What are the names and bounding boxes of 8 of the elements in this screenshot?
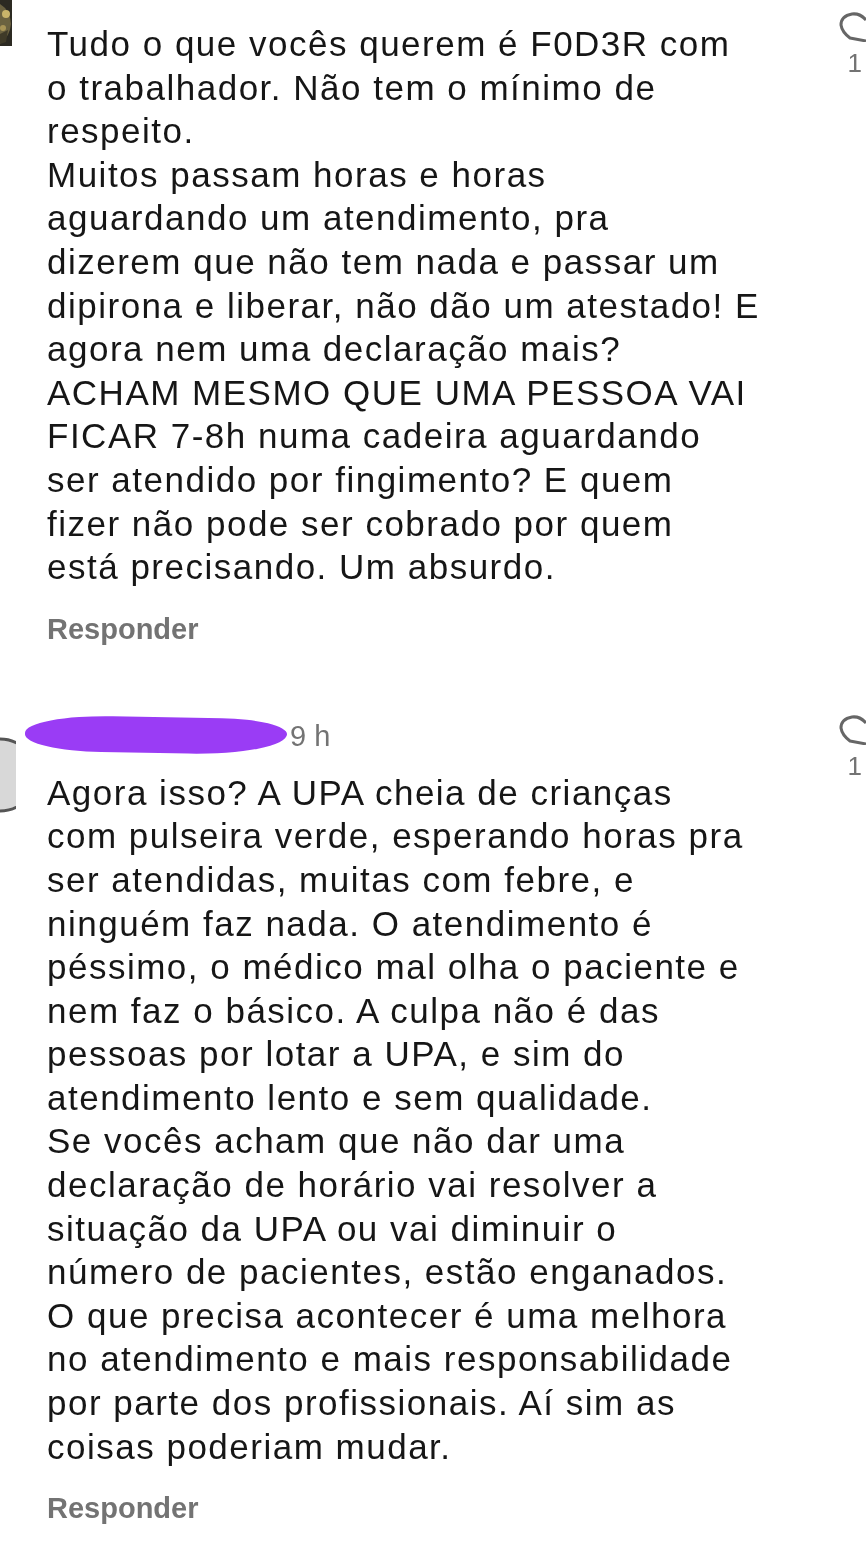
like-count: 1 [847, 48, 862, 79]
timestamp: 9 h [290, 720, 331, 754]
comment-text: Tudo o que vocês querem é F0D3R com o trabalhador. Não tem o mínimo de respeito. Muitos passam horas e horas aguardando um atendimento, pra dizerem que não tem nada e passar um dipirona e liberar, não dão um atestado! E agora nem uma declaração mais? ACHAM MESMO QUE UMA PESSOA VAI FICAR 7-8h numa cadeira aguardando ser atendido por fingimento? E quem fizer não pode ser cobrado por quem está precisando. Um absurdo. [47, 23, 761, 589]
reply-button[interactable]: Responder [47, 610, 199, 647]
like-count: 1 [847, 750, 862, 782]
avatar-icon[interactable] [0, 736, 16, 813]
reply-button[interactable]: Responder [47, 1490, 199, 1527]
comment-text: Agora isso? A UPA cheia de crianças com pulseira verde, esperando horas pra ser atendidas, muitas com febre, e ninguém faz nada. O atendimento é péssimo, o médico mal olha o paciente e nem faz o básico. A culpa não é das pessoas por lotar a UPA, e sim do atendimento lento e sem qualidade. Se vocês acham que não dar uma declaração de horário vai resolver a situação da UPA ou vai diminuir o número de pacientes, estão enganados. O que precisa acontecer é uma melhora no atendimento e mais responsabilidade por parte dos profissionais. Aí sim as coisas poderiam mudar. [47, 771, 745, 1468]
